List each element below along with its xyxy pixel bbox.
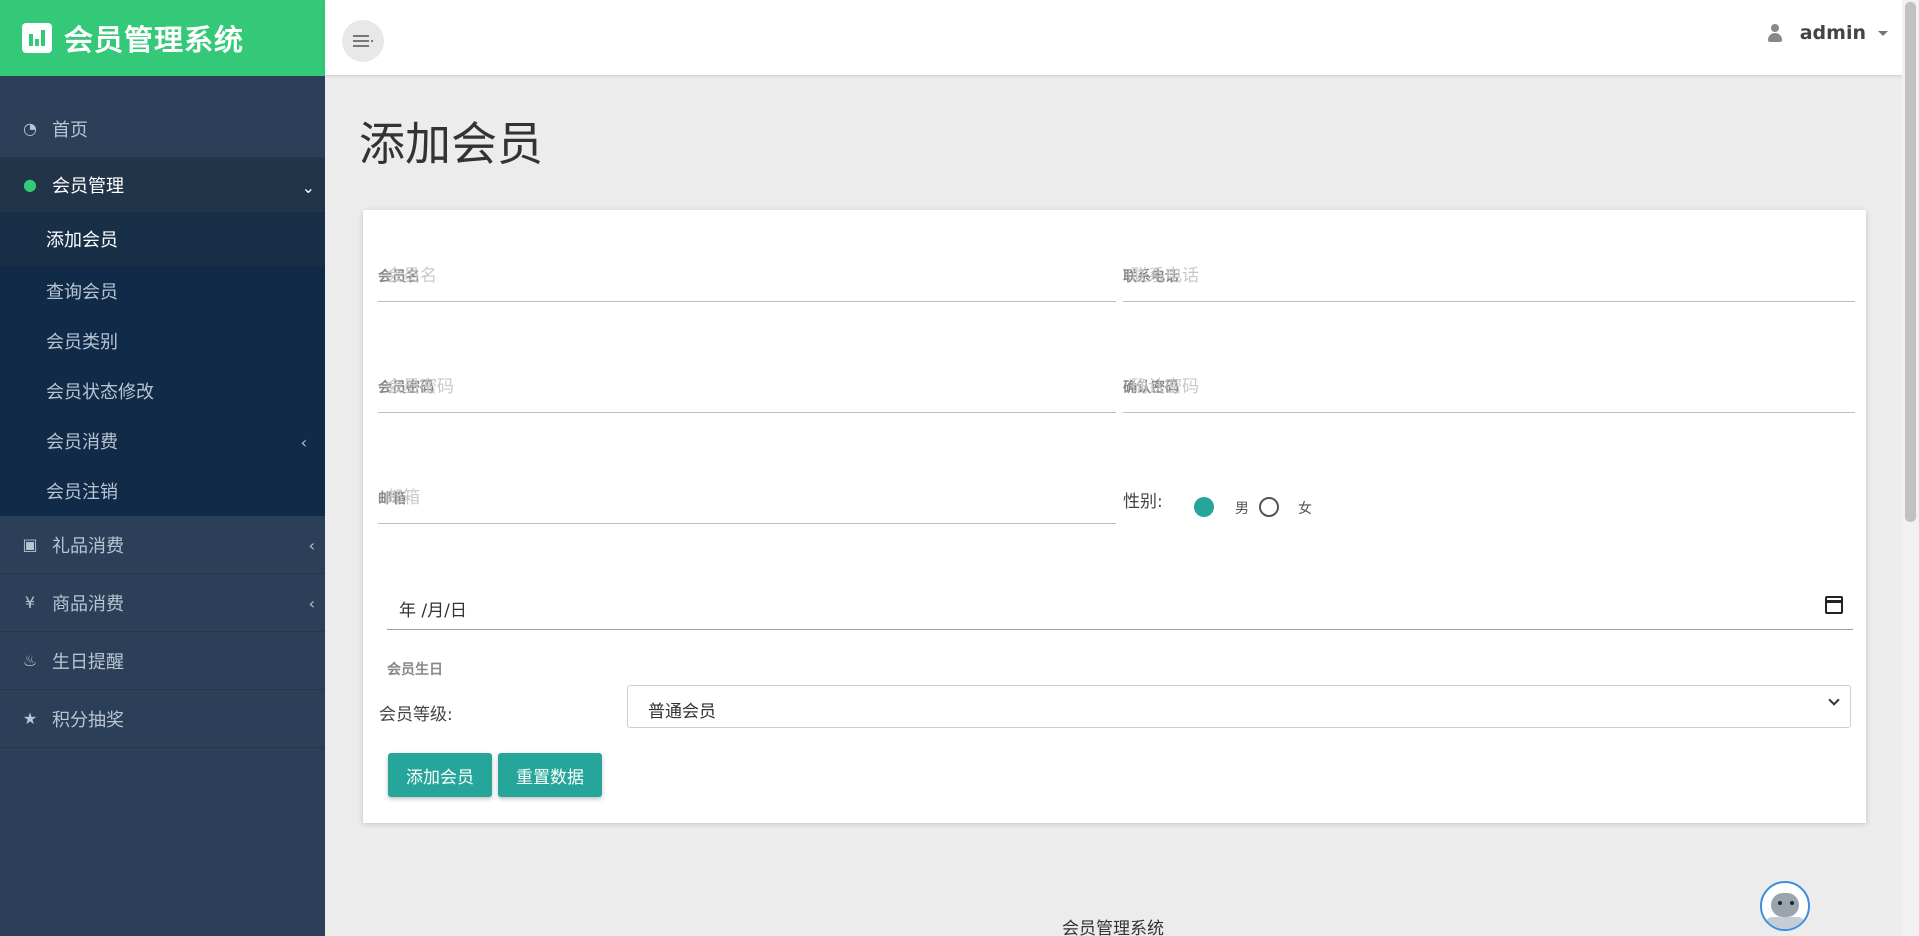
sidebar-item-member-management[interactable]: ● 会员管理 ⌄ (0, 158, 325, 212)
submenu-item-label: 会员注销 (46, 482, 118, 503)
sidebar-item-points-lottery[interactable]: ★ 积分抽奖 (0, 690, 325, 748)
submenu-item-query-member[interactable]: 查询会员 (0, 266, 325, 316)
submenu-item-member-cancel[interactable]: 会员注销 (0, 466, 325, 516)
confirm-password-input[interactable] (1123, 369, 1855, 405)
sidebar-toggle-button[interactable] (342, 20, 384, 62)
sidebar-item-gift-consumption[interactable]: ▣ 礼品消费 ‹ (0, 516, 325, 574)
topbar: admin (325, 0, 1902, 76)
gender-option-male: 男 (1235, 501, 1249, 517)
member-name-input[interactable] (378, 258, 1116, 294)
sidebar-item-label: 会员管理 (52, 175, 124, 197)
sidebar-item-label: 生日提醒 (52, 651, 124, 673)
password-field: 会员密码 (378, 363, 1116, 413)
reset-data-button[interactable]: 重置数据 (498, 753, 602, 797)
chevron-left-icon: ‹ (300, 433, 307, 452)
menu-icon (353, 35, 373, 47)
chevron-down-icon (1828, 694, 1840, 706)
birthday-date-input[interactable]: 年 /月/日 (387, 582, 1853, 630)
add-member-button[interactable]: 添加会员 (388, 753, 492, 797)
sidebar-item-label: 首页 (52, 119, 88, 141)
chevron-left-icon: ‹ (308, 594, 315, 613)
calendar-icon[interactable] (1825, 596, 1843, 614)
submenu-member-management: 添加会员 查询会员 会员类别 会员状态修改 会员消费 ‹ 会员注销 (0, 212, 325, 516)
username: admin (1799, 22, 1866, 44)
bar-chart-icon (22, 23, 52, 53)
scrollbar-thumb[interactable] (1905, 2, 1916, 522)
gift-icon: ▣ (22, 535, 38, 554)
password-input[interactable] (378, 369, 1116, 405)
phone-field: 联系电话 (1123, 252, 1855, 302)
user-icon: ● (23, 175, 37, 194)
yen-icon: ¥ (24, 593, 36, 612)
email-field: 邮箱 (378, 474, 1116, 524)
sidebar-item-birthday-reminder[interactable]: ♨ 生日提醒 (0, 632, 325, 690)
sidebar-item-label: 礼品消费 (52, 535, 124, 557)
chevron-down-icon: ⌄ (301, 178, 315, 197)
user-icon (1767, 24, 1782, 42)
submenu-item-label: 会员类别 (46, 332, 118, 353)
caret-down-icon (1878, 30, 1888, 36)
member-name-field: 会员名 (378, 252, 1116, 302)
gender-radio-male[interactable] (1194, 497, 1214, 517)
submenu-item-label: 会员状态修改 (46, 382, 154, 403)
birthday-value: 年 /月/日 (399, 601, 467, 621)
member-level-select[interactable]: 普通会员 (627, 685, 1851, 728)
submenu-item-label: 添加会员 (46, 230, 118, 251)
submenu-item-label: 会员消费 (46, 432, 118, 453)
submenu-item-member-status[interactable]: 会员状态修改 (0, 366, 325, 416)
gender-option-female: 女 (1298, 501, 1312, 517)
brand[interactable]: 会员管理系统 (0, 0, 325, 76)
member-level-value: 普通会员 (648, 702, 716, 722)
submenu-item-add-member[interactable]: 添加会员 (0, 212, 325, 266)
submenu-item-member-category[interactable]: 会员类别 (0, 316, 325, 366)
email-input[interactable] (378, 480, 1116, 516)
birthday-cake-icon: ♨ (22, 651, 38, 670)
user-menu[interactable]: admin (1767, 22, 1888, 44)
submenu-item-label: 查询会员 (46, 282, 118, 303)
add-member-form: 会员名 联系电话 会员密码 确认密码 邮箱 性别: 男 女 年 /月/日 会员生… (363, 210, 1866, 823)
sidebar-item-label: 商品消费 (52, 593, 124, 615)
footer-text: 会员管理系统 (1062, 919, 1164, 936)
gender-radio-female[interactable] (1259, 497, 1279, 517)
robot-assistant-icon[interactable] (1760, 881, 1810, 931)
phone-input[interactable] (1123, 258, 1855, 294)
sidebar-item-label: 积分抽奖 (52, 709, 124, 731)
chevron-left-icon: ‹ (308, 536, 315, 555)
confirm-password-field: 确认密码 (1123, 363, 1855, 413)
page-scrollbar[interactable] (1902, 0, 1919, 936)
sidebar-item-product-consumption[interactable]: ¥ 商品消费 ‹ (0, 574, 325, 632)
gender-label: 性别: (1123, 492, 1163, 512)
page-title: 添加会员 (359, 117, 543, 171)
star-icon: ★ (22, 709, 38, 728)
member-level-label: 会员等级: (379, 705, 453, 725)
app-title: 会员管理系统 (64, 23, 245, 57)
sidebar: 会员管理系统 ◔ 首页 ● 会员管理 ⌄ 添加会员 查询会员 会员类别 会员状态… (0, 0, 325, 936)
dashboard-icon: ◔ (23, 119, 37, 138)
birthday-label: 会员生日 (387, 662, 443, 678)
submenu-item-member-consumption[interactable]: 会员消费 ‹ (0, 416, 325, 466)
sidebar-item-home[interactable]: ◔ 首页 (0, 100, 325, 158)
